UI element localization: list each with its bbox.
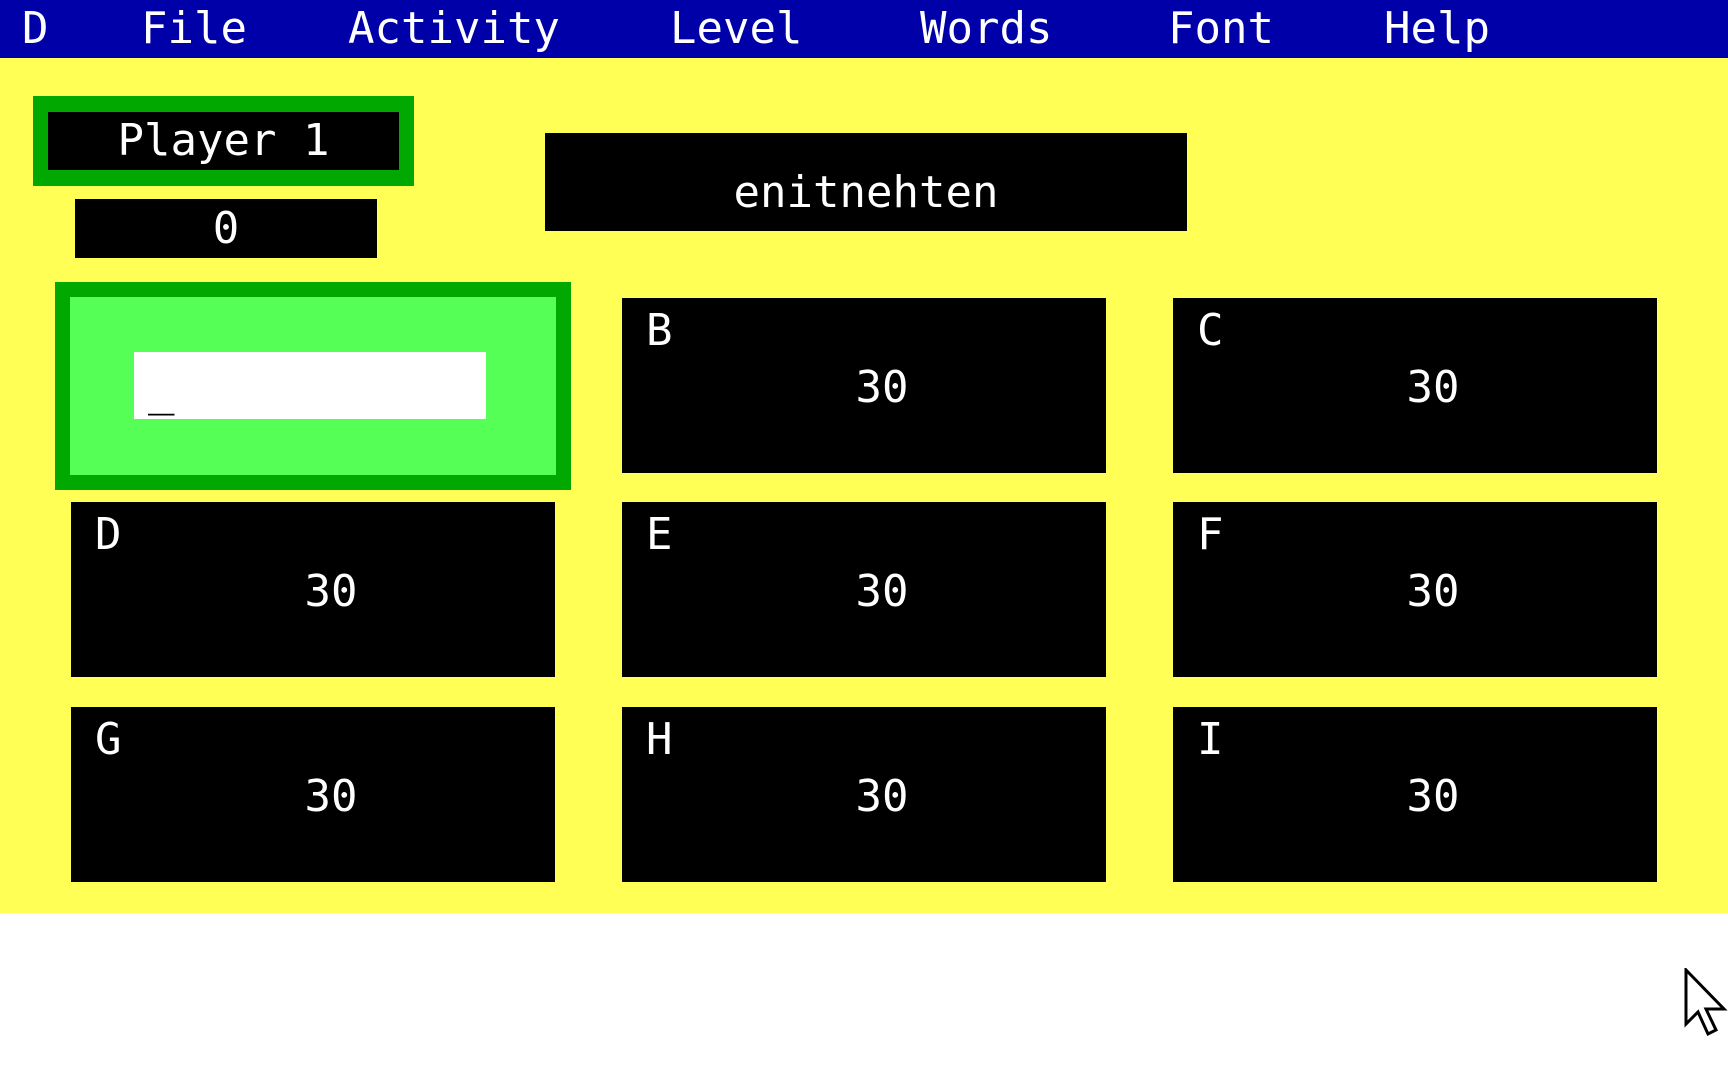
cell-points: 30 (1406, 362, 1460, 413)
cell-g[interactable]: G 30 (71, 707, 555, 882)
mouse-pointer-icon (1684, 968, 1728, 1037)
menu-font[interactable]: Font (1168, 4, 1274, 54)
cell-points: 30 (855, 566, 909, 617)
cell-points: 30 (304, 566, 358, 617)
menu-file[interactable]: File (141, 4, 247, 54)
cell-label: B (646, 305, 673, 356)
player-name: Player 1 (48, 112, 399, 170)
cell-e[interactable]: E 30 (622, 502, 1106, 677)
cell-points: 30 (855, 771, 909, 822)
cell-d[interactable]: D 30 (71, 502, 555, 677)
menu-d[interactable]: D (22, 4, 49, 54)
cell-i[interactable]: I 30 (1173, 707, 1657, 882)
cell-label: D (95, 509, 122, 560)
scrambled-word: enitnehten (545, 133, 1187, 231)
menu-help[interactable]: Help (1384, 4, 1490, 54)
cell-label: F (1197, 509, 1224, 560)
player-panel: Player 1 (33, 96, 414, 186)
cell-label: I (1197, 714, 1224, 765)
cell-a-active[interactable] (55, 282, 571, 490)
menu-level[interactable]: Level (670, 4, 802, 54)
cell-label: C (1197, 305, 1224, 356)
menu-activity[interactable]: Activity (348, 4, 560, 54)
menu-words[interactable]: Words (920, 4, 1052, 54)
cell-label: H (646, 714, 673, 765)
answer-input[interactable] (134, 352, 486, 419)
menu-bar: D File Activity Level Words Font Help (0, 0, 1728, 58)
cell-label: G (95, 714, 122, 765)
cell-h[interactable]: H 30 (622, 707, 1106, 882)
cell-points: 30 (304, 771, 358, 822)
cell-points: 30 (855, 362, 909, 413)
cell-points: 30 (1406, 566, 1460, 617)
cell-b[interactable]: B 30 (622, 298, 1106, 473)
cell-f[interactable]: F 30 (1173, 502, 1657, 677)
player-score: 0 (75, 199, 377, 258)
cell-c[interactable]: C 30 (1173, 298, 1657, 473)
cell-points: 30 (1406, 771, 1460, 822)
cell-label: E (646, 509, 673, 560)
